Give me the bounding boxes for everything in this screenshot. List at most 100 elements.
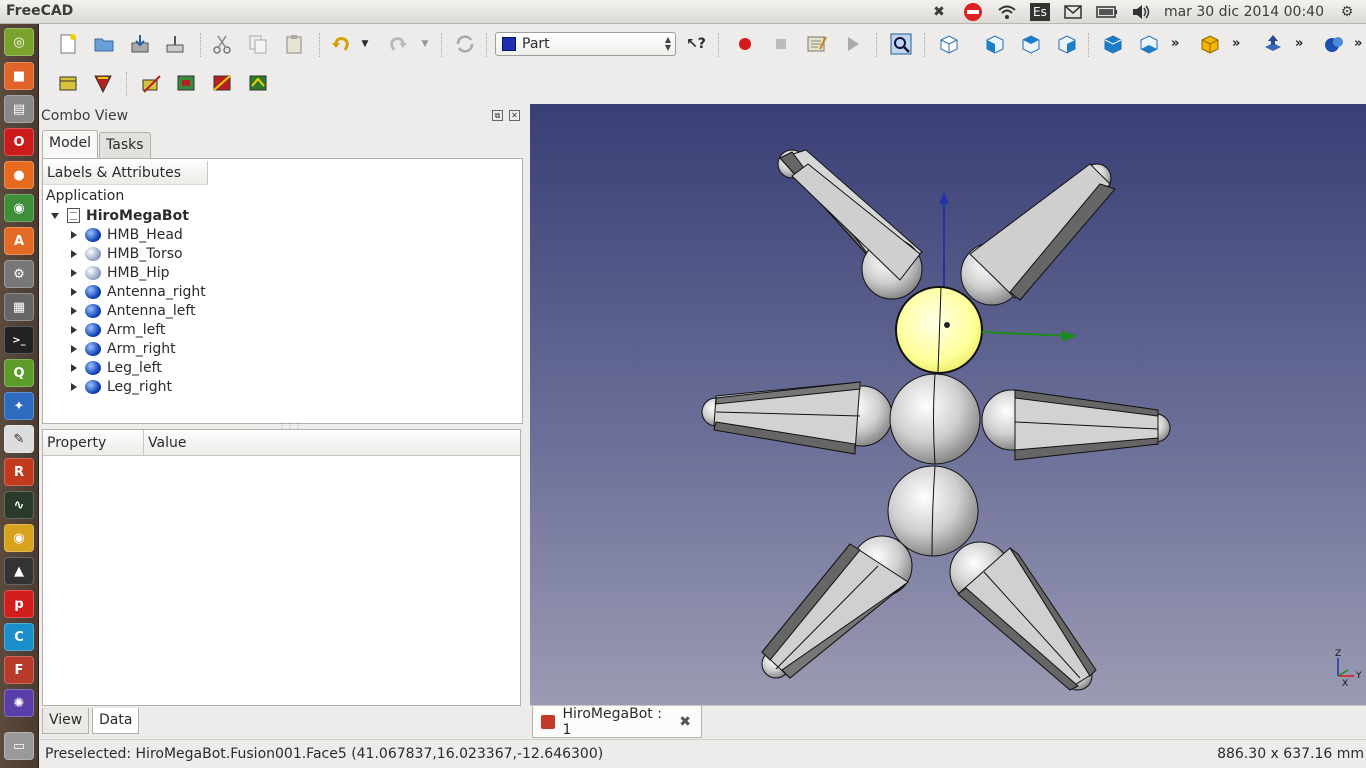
copy-icon[interactable]: [245, 31, 271, 57]
collapsed-arrow-icon[interactable]: [71, 363, 77, 372]
system-monitor-icon[interactable]: ∿: [4, 491, 34, 519]
software-center-icon[interactable]: A: [4, 227, 34, 255]
more-parts-icon[interactable]: »: [1232, 36, 1240, 51]
workbench-selector[interactable]: Part ▲ ▼: [495, 32, 676, 56]
robot-model[interactable]: Z Y X: [530, 104, 1366, 705]
arm-right-shape[interactable]: [981, 389, 1171, 461]
keyboard-layout-icon[interactable]: Es: [1029, 3, 1050, 21]
tab-view[interactable]: View: [42, 708, 90, 734]
arm-left-shape[interactable]: [701, 381, 893, 455]
tree-column-header[interactable]: Labels & Attributes: [43, 161, 208, 185]
undo-icon[interactable]: [328, 31, 354, 57]
right-view-icon[interactable]: [1054, 31, 1080, 57]
tree-item-arm-left[interactable]: Arm_left: [71, 320, 165, 339]
stop-macro-icon[interactable]: [768, 31, 794, 57]
float-panel-icon[interactable]: ⧉: [492, 110, 503, 121]
new-document-icon[interactable]: [55, 31, 81, 57]
collapsed-arrow-icon[interactable]: [71, 325, 77, 334]
more-booleans-icon[interactable]: »: [1354, 36, 1362, 51]
chrome-icon[interactable]: ◉: [4, 194, 34, 222]
collapsed-arrow-icon[interactable]: [71, 268, 77, 277]
chamfer-icon[interactable]: [90, 70, 116, 96]
firefox-icon[interactable]: ●: [4, 161, 34, 189]
gnome-app-icon[interactable]: ✺: [4, 689, 34, 717]
redo-dropdown-icon[interactable]: ▼: [418, 31, 432, 57]
wifi-icon[interactable]: [996, 2, 1018, 22]
collapsed-arrow-icon[interactable]: [71, 230, 77, 239]
cross-section-icon[interactable]: [209, 70, 235, 96]
tab-model[interactable]: Model: [42, 130, 99, 158]
top-view-icon[interactable]: [1018, 31, 1044, 57]
battery-icon[interactable]: [1096, 2, 1118, 22]
collapsed-arrow-icon[interactable]: [71, 287, 77, 296]
tree-item-leg-right[interactable]: Leg_right: [71, 377, 172, 396]
tree-item-antenna-right[interactable]: Antenna_right: [71, 282, 206, 301]
bottom-view-icon[interactable]: [1136, 31, 1162, 57]
run-macro-icon[interactable]: [840, 31, 866, 57]
c-app-icon[interactable]: C: [4, 623, 34, 651]
more-views-icon[interactable]: »: [1171, 36, 1179, 51]
save-icon[interactable]: [127, 31, 153, 57]
fillet-icon[interactable]: [55, 70, 81, 96]
volume-icon[interactable]: [1130, 2, 1152, 22]
fit-all-icon[interactable]: [888, 31, 914, 57]
tab-tasks[interactable]: Tasks: [99, 132, 151, 158]
refresh-icon[interactable]: [452, 31, 478, 57]
save-as-icon[interactable]: [162, 31, 188, 57]
part-box-icon[interactable]: [1197, 31, 1223, 57]
leg-left-shape[interactable]: [761, 535, 913, 679]
value-column-header[interactable]: Value: [148, 435, 186, 451]
leg-right-shape[interactable]: [949, 541, 1097, 691]
system-settings-icon[interactable]: ⚙: [4, 260, 34, 288]
qgis-icon[interactable]: Q: [4, 359, 34, 387]
paste-icon[interactable]: [281, 31, 307, 57]
freecad-icon[interactable]: F: [4, 656, 34, 684]
expanded-arrow-icon[interactable]: [51, 212, 59, 219]
collapsed-arrow-icon[interactable]: [71, 344, 77, 353]
axonometric-view-icon[interactable]: [936, 31, 962, 57]
tree-document[interactable]: HiroMegaBot: [51, 206, 189, 225]
blender-icon[interactable]: ◉: [4, 524, 34, 552]
tree-item-hmb-torso[interactable]: HMB_Torso: [71, 244, 183, 263]
trash-icon[interactable]: ▭: [4, 732, 34, 760]
calculator-icon[interactable]: ▦: [4, 293, 34, 321]
record-macro-icon[interactable]: [732, 31, 758, 57]
close-tab-icon[interactable]: ✖: [679, 714, 691, 730]
tree-item-leg-left[interactable]: Leg_left: [71, 358, 162, 377]
terminal-icon[interactable]: >_: [4, 326, 34, 354]
collapsed-arrow-icon[interactable]: [71, 382, 77, 391]
files-icon[interactable]: ■: [4, 62, 34, 90]
p-app-icon[interactable]: p: [4, 590, 34, 618]
open-folder-icon[interactable]: [91, 31, 117, 57]
tree-item-hmb-hip[interactable]: HMB_Hip: [71, 263, 170, 282]
shape-builder-icon[interactable]: [245, 70, 271, 96]
document-tab[interactable]: HiroMegaBot : 1 ✖: [532, 706, 702, 738]
close-panel-icon[interactable]: ✕: [509, 110, 520, 121]
property-column-header[interactable]: Property: [47, 435, 106, 451]
tree-item-antenna-left[interactable]: Antenna_left: [71, 301, 196, 320]
section-icon[interactable]: [173, 70, 199, 96]
inkscape-icon[interactable]: ▲: [4, 557, 34, 585]
boolean-icon[interactable]: [1321, 31, 1347, 57]
3d-viewport[interactable]: Z Y X: [530, 104, 1366, 705]
collapsed-arrow-icon[interactable]: [71, 306, 77, 315]
tree-item-arm-right[interactable]: Arm_right: [71, 339, 176, 358]
opera-icon[interactable]: O: [4, 128, 34, 156]
antenna-right-shape[interactable]: [960, 163, 1116, 306]
redo-icon[interactable]: [385, 31, 411, 57]
collapsed-arrow-icon[interactable]: [71, 249, 77, 258]
file-manager-icon[interactable]: ▤: [4, 95, 34, 123]
edit-macro-icon[interactable]: [804, 31, 830, 57]
clock[interactable]: mar 30 dic 2014 00:40: [1164, 4, 1324, 20]
mail-icon[interactable]: [1062, 2, 1084, 22]
antenna-left-shape[interactable]: [777, 149, 923, 300]
mirror-icon[interactable]: [138, 70, 164, 96]
torso-sphere[interactable]: [889, 373, 981, 465]
gear-icon[interactable]: ⚙: [1336, 2, 1358, 22]
dropbox-icon[interactable]: ✖: [928, 2, 950, 22]
front-view-icon[interactable]: [982, 31, 1008, 57]
app-blue-icon[interactable]: ✦: [4, 392, 34, 420]
more-tools-icon[interactable]: »: [1295, 36, 1303, 51]
cut-icon[interactable]: [209, 31, 235, 57]
dash-home-icon[interactable]: ◎: [4, 28, 34, 56]
